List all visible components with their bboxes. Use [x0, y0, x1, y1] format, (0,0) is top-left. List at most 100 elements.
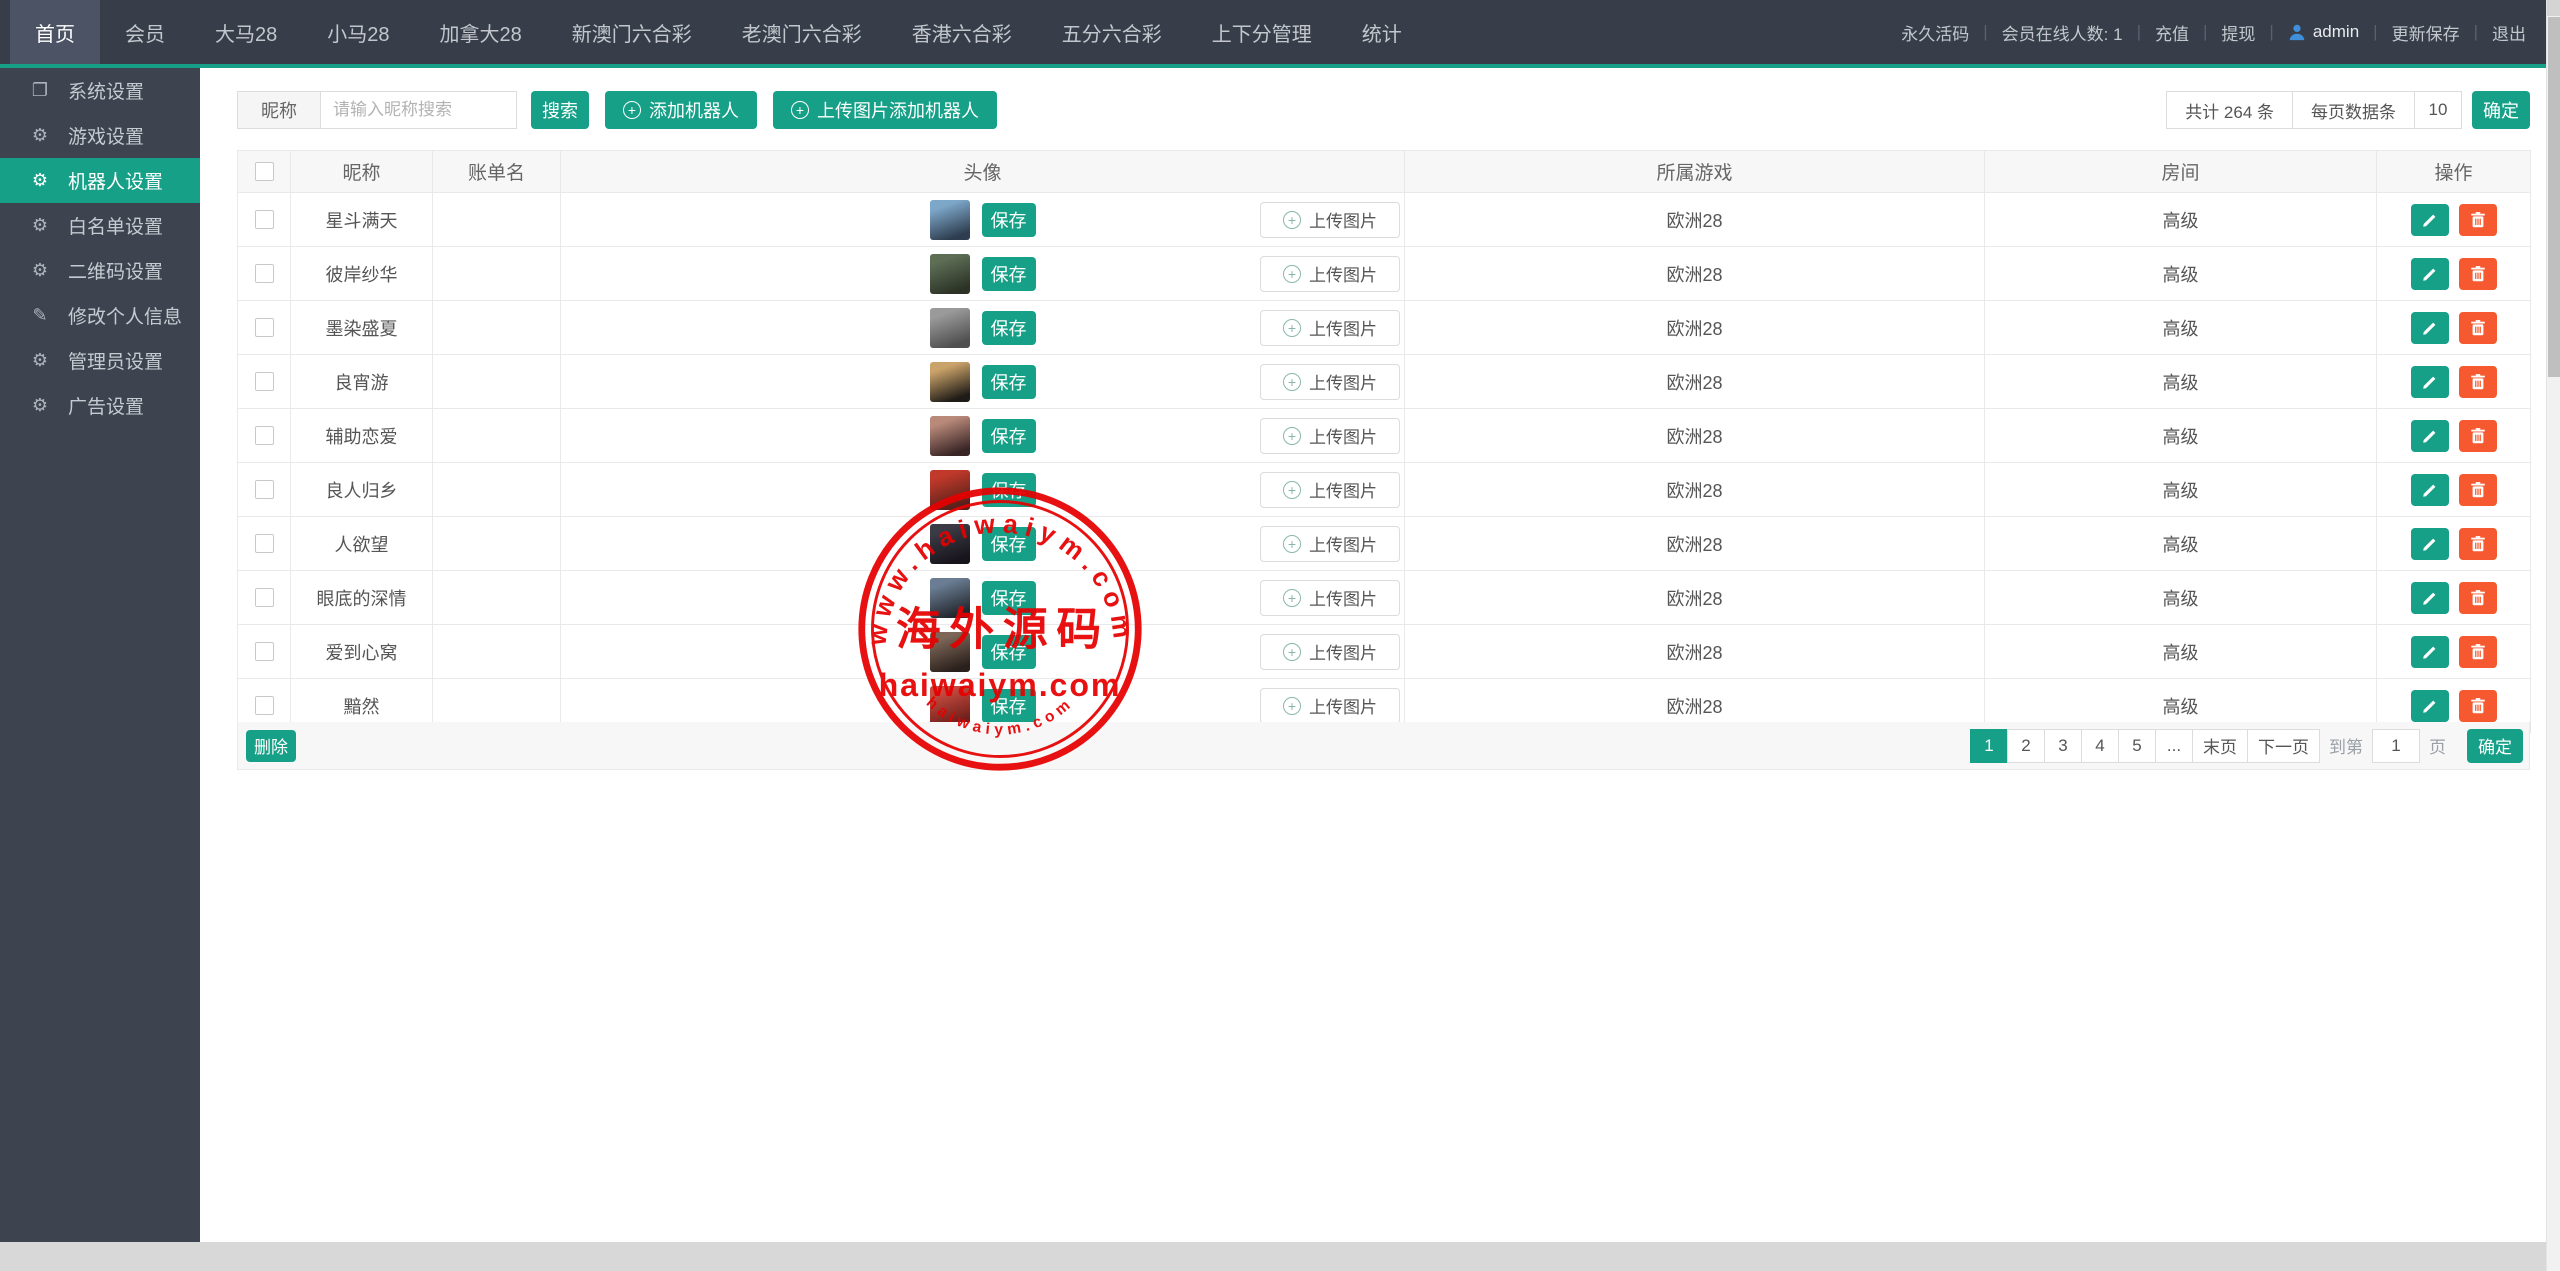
save-button[interactable]: 保存	[982, 203, 1036, 237]
sidebar-item-label: 管理员设置	[68, 347, 163, 374]
nav-item-1[interactable]: 会员	[100, 0, 190, 64]
nav-item-7[interactable]: 香港六合彩	[887, 0, 1037, 64]
row-checkbox[interactable]	[255, 534, 274, 553]
select-all-checkbox[interactable]	[255, 162, 274, 181]
upload-image-button[interactable]: 上传图片	[1260, 526, 1400, 562]
delete-button[interactable]	[2459, 474, 2497, 506]
save-button[interactable]: 保存	[982, 365, 1036, 399]
upload-image-button[interactable]: 上传图片	[1260, 202, 1400, 238]
save-button[interactable]: 保存	[982, 473, 1036, 507]
save-button[interactable]: 保存	[982, 257, 1036, 291]
upload-image-button[interactable]: 上传图片	[1260, 418, 1400, 454]
edit-button[interactable]	[2411, 528, 2449, 560]
search-input[interactable]	[321, 91, 517, 129]
delete-button[interactable]	[2459, 258, 2497, 290]
edit-button[interactable]	[2411, 474, 2449, 506]
delete-button[interactable]	[2459, 582, 2497, 614]
update-save-link[interactable]: 更新保存	[2392, 20, 2460, 45]
withdraw-link[interactable]: 提现	[2221, 20, 2255, 45]
nav-item-5[interactable]: 新澳门六合彩	[547, 0, 717, 64]
delete-button[interactable]	[2459, 366, 2497, 398]
edit-button[interactable]	[2411, 258, 2449, 290]
sidebar-item-3[interactable]: ⚙白名单设置	[0, 203, 200, 248]
permanent-code-link[interactable]: 永久活码	[1901, 20, 1969, 45]
vertical-scrollbar[interactable]	[2546, 0, 2560, 1271]
delete-button[interactable]	[2459, 204, 2497, 236]
page-button-0[interactable]: 1	[1970, 729, 2008, 763]
nav-item-6[interactable]: 老澳门六合彩	[717, 0, 887, 64]
scrollbar-thumb[interactable]	[2548, 17, 2560, 377]
delete-button[interactable]	[2459, 636, 2497, 668]
page-button-4[interactable]: 5	[2118, 729, 2156, 763]
nav-item-9[interactable]: 上下分管理	[1187, 0, 1337, 64]
page-button-3[interactable]: 4	[2081, 729, 2119, 763]
upload-image-button[interactable]: 上传图片	[1260, 256, 1400, 292]
edit-button[interactable]	[2411, 204, 2449, 236]
recharge-link[interactable]: 充值	[2155, 20, 2189, 45]
save-button[interactable]: 保存	[982, 419, 1036, 453]
goto-page-input[interactable]	[2372, 729, 2420, 763]
goto-page-confirm-button[interactable]: 确定	[2467, 729, 2523, 763]
search-button[interactable]: 搜索	[531, 91, 589, 129]
page-button-2[interactable]: 3	[2044, 729, 2082, 763]
bulk-delete-button[interactable]: 删除	[246, 730, 296, 762]
row-checkbox[interactable]	[255, 642, 274, 661]
sidebar-item-2[interactable]: ⚙机器人设置	[0, 158, 200, 203]
edit-button[interactable]	[2411, 690, 2449, 722]
nav-item-2[interactable]: 大马28	[190, 0, 302, 64]
row-checkbox[interactable]	[255, 372, 274, 391]
per-page-input[interactable]	[2414, 91, 2462, 129]
edit-button[interactable]	[2411, 312, 2449, 344]
edit-button[interactable]	[2411, 582, 2449, 614]
delete-button[interactable]	[2459, 420, 2497, 452]
add-robot-button[interactable]: 添加机器人	[605, 91, 757, 129]
save-button[interactable]: 保存	[982, 581, 1036, 615]
upload-image-button[interactable]: 上传图片	[1260, 364, 1400, 400]
sidebar-item-1[interactable]: ⚙游戏设置	[0, 113, 200, 158]
edit-button[interactable]	[2411, 366, 2449, 398]
nav-item-3[interactable]: 小马28	[302, 0, 414, 64]
row-checkbox[interactable]	[255, 480, 274, 499]
user-menu[interactable]: admin	[2288, 22, 2359, 42]
nav-item-4[interactable]: 加拿大28	[415, 0, 547, 64]
upload-image-button[interactable]: 上传图片	[1260, 310, 1400, 346]
upload-image-button[interactable]: 上传图片	[1260, 688, 1400, 724]
nav-item-10[interactable]: 统计	[1337, 0, 1427, 64]
row-checkbox[interactable]	[255, 264, 274, 283]
row-checkbox[interactable]	[255, 588, 274, 607]
separator: |	[1983, 22, 1987, 42]
logout-link[interactable]: 退出	[2492, 20, 2526, 45]
row-checkbox[interactable]	[255, 210, 274, 229]
save-button[interactable]: 保存	[982, 527, 1036, 561]
nav-item-0[interactable]: 首页	[10, 0, 100, 64]
page-button-6[interactable]: 末页	[2192, 729, 2248, 763]
delete-button[interactable]	[2459, 690, 2497, 722]
upload-image-button[interactable]: 上传图片	[1260, 472, 1400, 508]
scroll-up-button[interactable]	[2547, 0, 2560, 16]
page-button-7[interactable]: 下一页	[2247, 729, 2320, 763]
sidebar-item-4[interactable]: ⚙二维码设置	[0, 248, 200, 293]
save-button[interactable]: 保存	[982, 311, 1036, 345]
row-checkbox[interactable]	[255, 318, 274, 337]
upload-add-label: 上传图片添加机器人	[817, 97, 979, 123]
nav-item-8[interactable]: 五分六合彩	[1037, 0, 1187, 64]
sidebar-item-7[interactable]: ⚙广告设置	[0, 383, 200, 428]
save-button[interactable]: 保存	[982, 689, 1036, 723]
upload-add-robot-button[interactable]: 上传图片添加机器人	[773, 91, 997, 129]
edit-button[interactable]	[2411, 636, 2449, 668]
per-page-confirm-button[interactable]: 确定	[2472, 91, 2530, 129]
sidebar-item-6[interactable]: ⚙管理员设置	[0, 338, 200, 383]
row-checkbox[interactable]	[255, 696, 274, 715]
sidebar-item-0[interactable]: ❐系统设置	[0, 68, 200, 113]
row-checkbox[interactable]	[255, 426, 274, 445]
page-button-5[interactable]: ...	[2155, 729, 2193, 763]
delete-button[interactable]	[2459, 528, 2497, 560]
delete-button[interactable]	[2459, 312, 2497, 344]
page-button-1[interactable]: 2	[2007, 729, 2045, 763]
save-button[interactable]: 保存	[982, 635, 1036, 669]
gear-icon: ⚙	[28, 260, 52, 281]
edit-button[interactable]	[2411, 420, 2449, 452]
upload-image-button[interactable]: 上传图片	[1260, 634, 1400, 670]
sidebar-item-5[interactable]: ✎修改个人信息	[0, 293, 200, 338]
upload-image-button[interactable]: 上传图片	[1260, 580, 1400, 616]
